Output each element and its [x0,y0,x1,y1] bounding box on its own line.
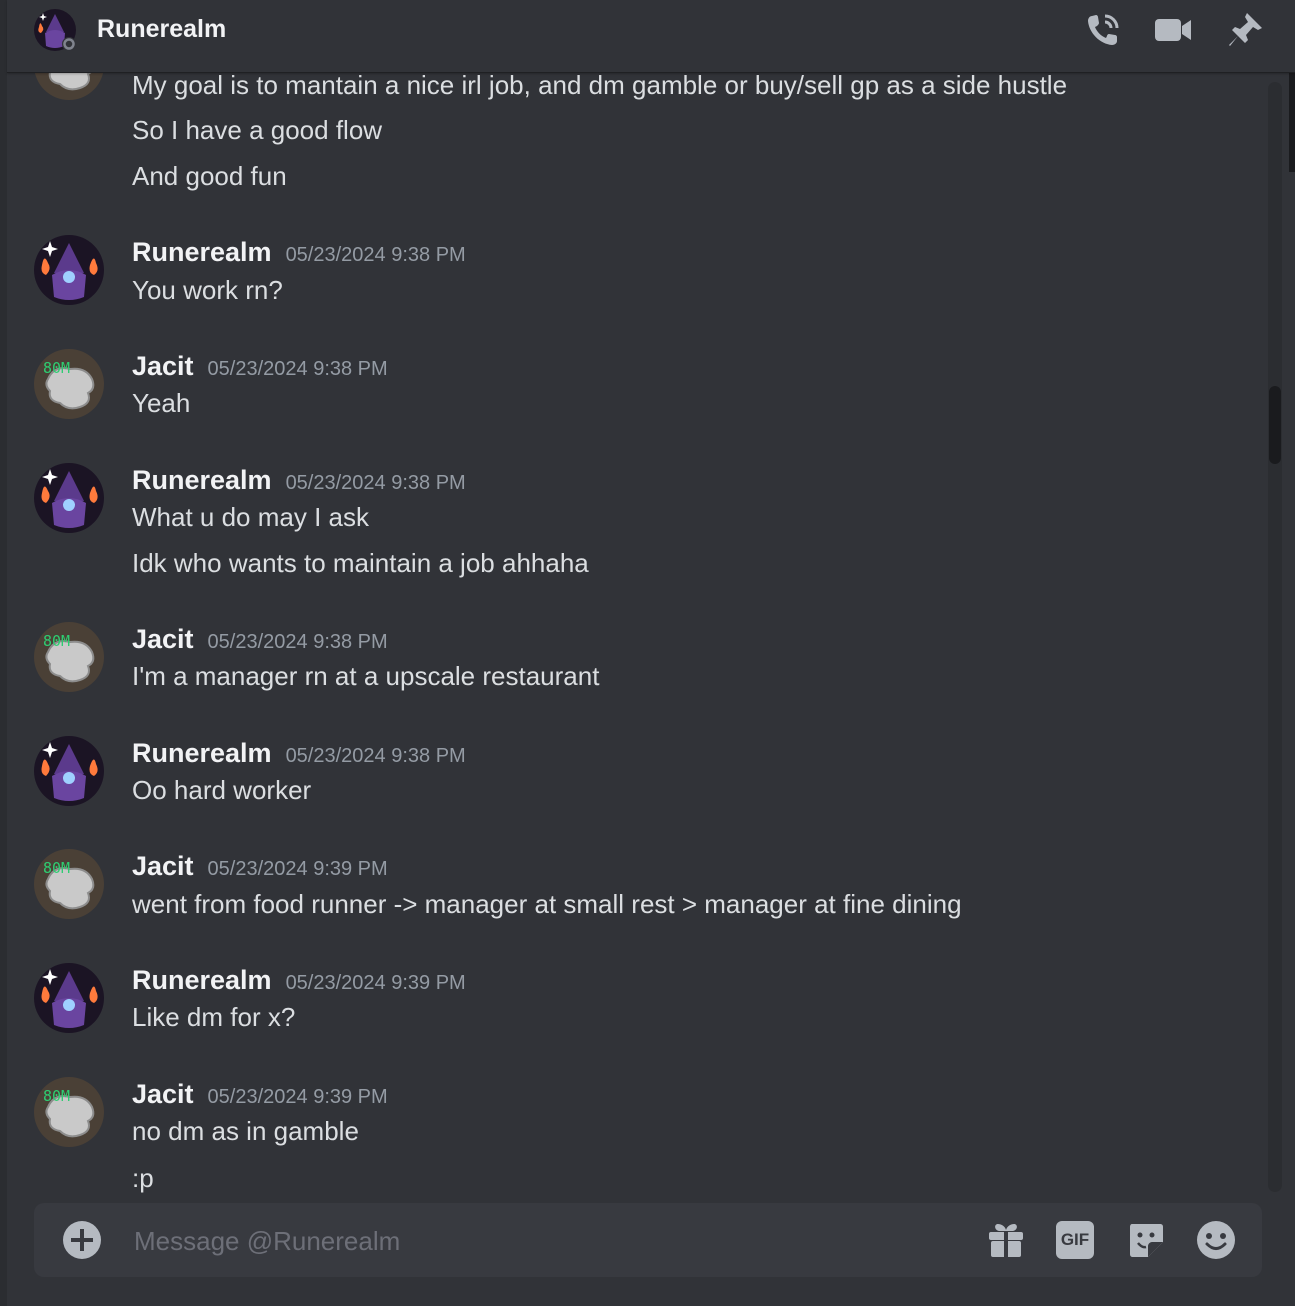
message-line: And good fun [132,161,287,191]
video-camera-icon[interactable] [1153,10,1193,50]
phone-call-icon[interactable] [1083,10,1123,50]
message-line: Idk who wants to maintain a job ahhaha [132,548,589,578]
username[interactable]: Jacit [132,351,194,381]
username[interactable]: Runerealm [132,465,272,495]
jacit-avatar[interactable]: 80M [34,1077,104,1147]
timestamp: 05/23/2024 9:38 PM [285,244,466,266]
timestamp: 05/23/2024 9:38 PM [285,745,466,767]
left-edge [0,0,7,1306]
sticker-icon[interactable] [1126,1220,1166,1260]
avatar-badge: 80M [43,632,70,650]
message-line: What u do may I ask [132,502,369,532]
username[interactable]: Runerealm [132,738,272,768]
timestamp: 05/23/2024 9:38 PM [207,358,388,380]
runerealm-avatar[interactable] [34,736,104,806]
emoji-icon[interactable] [1196,1220,1236,1260]
gif-icon[interactable]: GIF [1056,1221,1094,1259]
message-line: no dm as in gamble [132,1116,359,1146]
username[interactable]: Jacit [132,851,194,881]
scrollbar-track[interactable] [1268,82,1282,1192]
message-line: My goal is to mantain a nice irl job, an… [132,70,1068,100]
header-avatar[interactable] [34,9,76,51]
pin-icon[interactable] [1225,10,1265,50]
message-composer: GIF [34,1203,1262,1277]
message-line: Oo hard worker [132,775,312,805]
avatar-badge: 80M [43,1087,70,1105]
timestamp: 05/23/2024 9:39 PM [207,858,388,880]
runerealm-avatar[interactable] [34,235,104,305]
message-line: Like dm for x? [132,1002,296,1032]
message-line: Yeah [132,388,191,418]
scrollbar-thumb[interactable] [1269,386,1281,464]
message-list[interactable]: My goal is to mantain a nice irl job, an… [7,0,1267,1200]
window-edge [1289,72,1295,172]
runerealm-avatar[interactable] [34,463,104,533]
timestamp: 05/23/2024 9:38 PM [285,472,466,494]
message-line: I'm a manager rn at a upscale restaurant [132,661,600,691]
timestamp: 05/23/2024 9:38 PM [207,631,388,653]
runerealm-avatar[interactable] [34,963,104,1033]
dm-header: Runerealm [7,0,1295,73]
timestamp: 05/23/2024 9:39 PM [207,1086,388,1108]
jacit-avatar[interactable]: 80M [34,622,104,692]
timestamp: 05/23/2024 9:39 PM [285,972,466,994]
message-input[interactable] [132,1223,936,1259]
message-line: went from food runner -> manager at smal… [132,889,962,919]
add-icon[interactable] [62,1220,102,1260]
avatar-badge: 80M [43,859,70,877]
gif-label: GIF [1060,1230,1090,1249]
username[interactable]: Runerealm [132,965,272,995]
avatar-badge: 80M [43,359,70,377]
gift-icon[interactable] [986,1220,1026,1260]
jacit-avatar[interactable]: 80M [34,349,104,419]
username[interactable]: Runerealm [132,237,272,267]
dm-title: Runerealm [97,15,227,43]
username[interactable]: Jacit [132,1079,194,1109]
jacit-avatar[interactable]: 80M [34,849,104,919]
message-line: :p [132,1163,154,1193]
username[interactable]: Jacit [132,624,194,654]
message-line: So I have a good flow [132,115,383,145]
message-line: You work rn? [132,275,283,305]
